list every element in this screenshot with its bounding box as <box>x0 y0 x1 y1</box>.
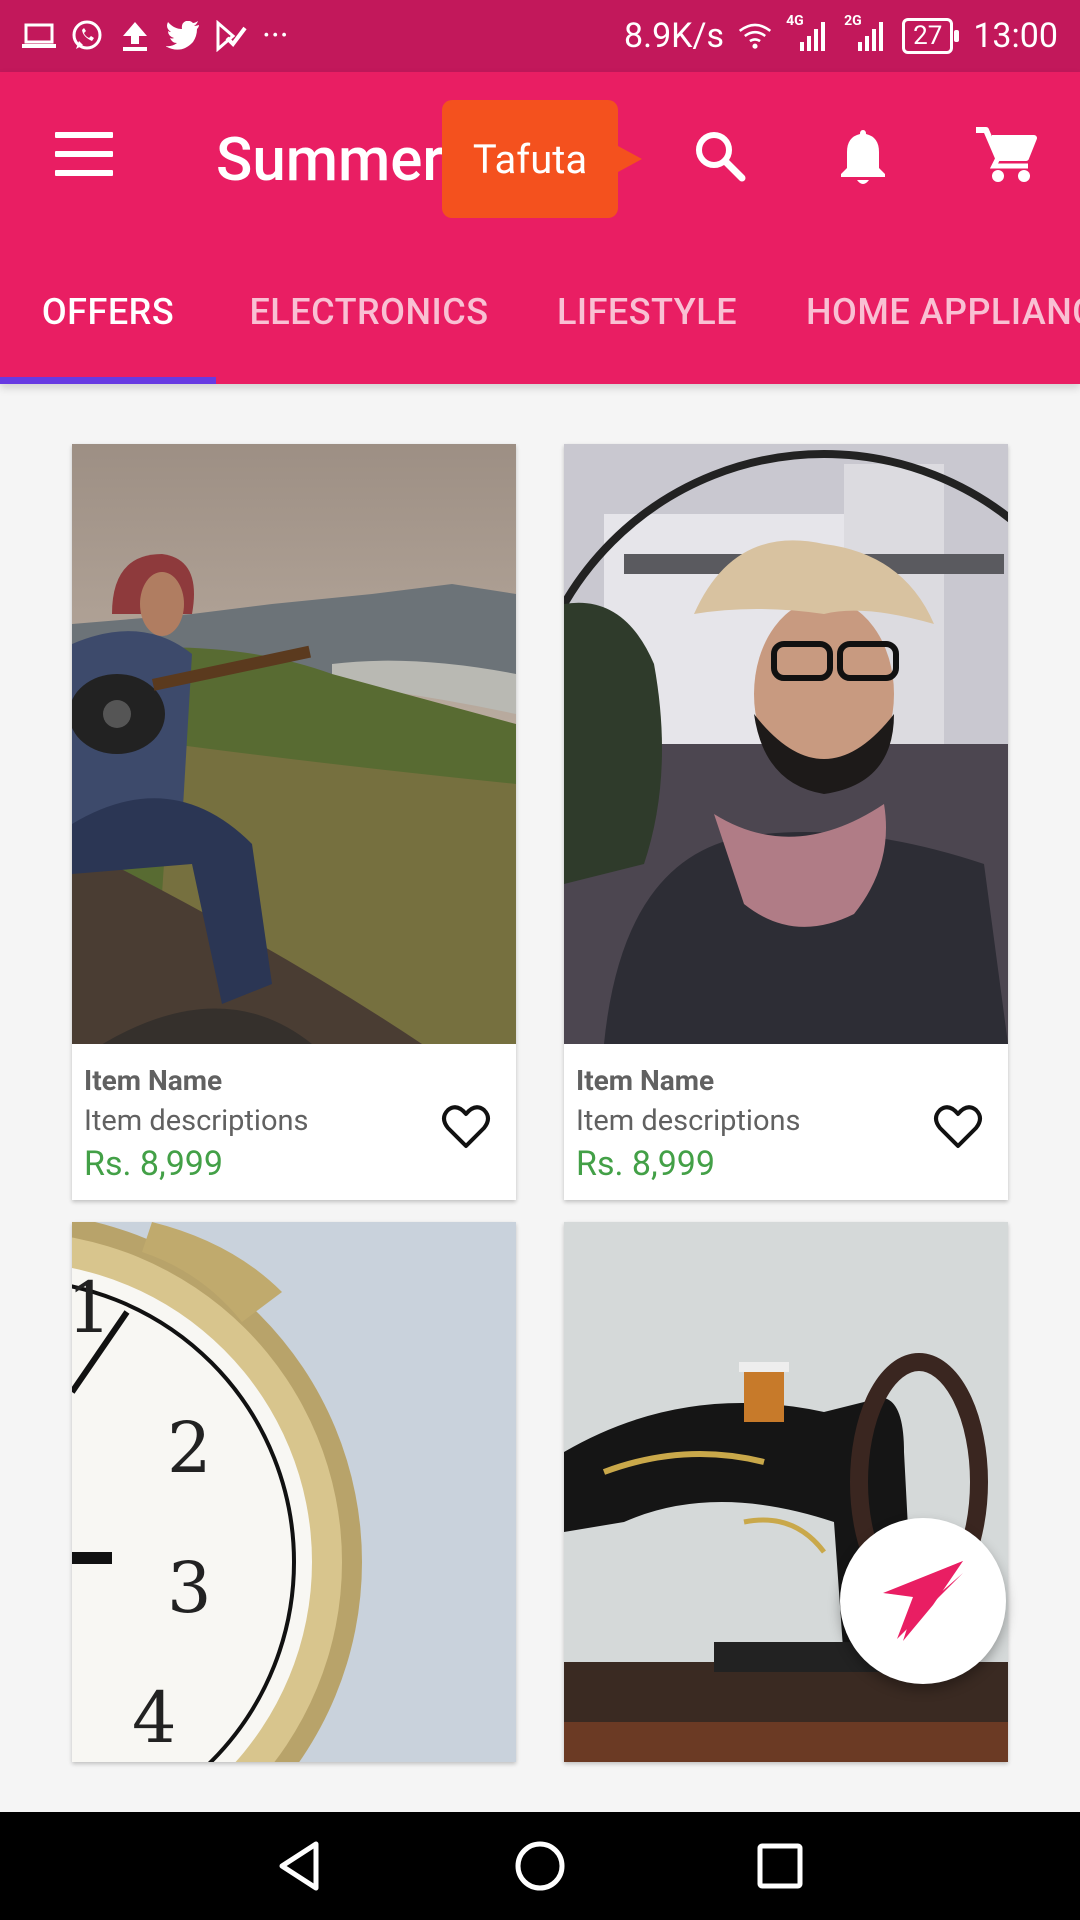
tab-offers[interactable]: OFFERS <box>0 240 216 384</box>
app-bar: Summer Tafuta OFFERS ELECTRONICS LIFESTY… <box>0 72 1080 384</box>
wifi-icon <box>738 19 772 53</box>
tab-indicator <box>0 377 216 384</box>
product-image <box>72 444 516 1044</box>
home-icon[interactable] <box>510 1836 570 1896</box>
product-image <box>564 444 1008 1044</box>
category-tabs: OFFERS ELECTRONICS LIFESTYLE HOME APPLIA… <box>0 240 1080 384</box>
search-button[interactable] <box>684 120 756 192</box>
hamburger-icon-line <box>55 132 113 138</box>
back-icon[interactable] <box>270 1836 330 1896</box>
product-card[interactable]: Item Name Item descriptions Rs. 8,999 <box>564 444 1008 1200</box>
search-icon <box>696 132 746 182</box>
clock: 13:00 <box>973 16 1058 56</box>
tab-home-appliances[interactable]: HOME APPLIANCES <box>772 240 1080 384</box>
product-image: 2 3 4 1 <box>72 1222 516 1762</box>
whatsapp-icon <box>70 19 104 53</box>
svg-text:4: 4 <box>132 1677 177 1759</box>
app-check-icon <box>214 19 248 53</box>
product-info: Item Name Item descriptions Rs. 8,999 <box>564 1044 1008 1200</box>
cart-button[interactable] <box>970 120 1042 192</box>
svg-text:3: 3 <box>167 1547 212 1629</box>
network-speed: 8.9K/s <box>624 16 725 56</box>
toolbar: Summer Tafuta <box>0 72 1080 240</box>
menu-button[interactable] <box>55 132 113 176</box>
signal-2g-icon: 2G <box>844 13 888 53</box>
search-tooltip: Tafuta <box>442 100 642 218</box>
upload-icon <box>118 19 152 53</box>
product-name: Item Name <box>84 1064 223 1097</box>
bell-icon <box>841 130 885 184</box>
product-card[interactable]: 2 3 4 1 <box>72 1222 516 1762</box>
signal-4g-label: 4G <box>786 13 804 29</box>
more-notifications-indicator: ··· <box>262 16 289 56</box>
signal-4g-icon: 4G <box>786 13 830 53</box>
product-card[interactable]: Item Name Item descriptions Rs. 8,999 <box>72 444 516 1200</box>
notifications-button[interactable] <box>827 120 899 192</box>
twitter-icon <box>166 19 200 53</box>
navigate-fab[interactable] <box>840 1518 1006 1684</box>
product-description: Item descriptions <box>576 1104 801 1138</box>
send-arrow-icon <box>883 1561 963 1641</box>
product-price: Rs. 8,999 <box>84 1144 224 1184</box>
cart-icon <box>976 127 1037 182</box>
app-title: Summer <box>216 124 444 195</box>
system-nav-bar <box>0 1812 1080 1920</box>
recents-icon[interactable] <box>750 1836 810 1896</box>
battery-indicator: 27 <box>902 18 960 54</box>
tab-electronics[interactable]: ELECTRONICS <box>216 240 522 384</box>
signal-2g-label: 2G <box>844 13 862 29</box>
heart-icon[interactable] <box>440 1100 492 1152</box>
product-description: Item descriptions <box>84 1104 309 1138</box>
hamburger-icon-line <box>55 170 113 176</box>
hamburger-icon-line <box>55 151 113 157</box>
svg-text:2: 2 <box>167 1407 212 1489</box>
status-bar-left: ··· <box>22 16 289 56</box>
product-info: Item Name Item descriptions Rs. 8,999 <box>72 1044 516 1200</box>
heart-icon[interactable] <box>932 1100 984 1152</box>
status-bar: ··· 8.9K/s 4G 2G 27 13:00 <box>0 0 1080 72</box>
laptop-icon <box>22 19 56 53</box>
product-name: Item Name <box>576 1064 715 1097</box>
product-price: Rs. 8,999 <box>576 1144 716 1184</box>
tab-lifestyle[interactable]: LIFESTYLE <box>522 240 772 384</box>
status-bar-right: 8.9K/s 4G 2G 27 13:00 <box>624 13 1058 56</box>
svg-text:1: 1 <box>72 1267 112 1349</box>
